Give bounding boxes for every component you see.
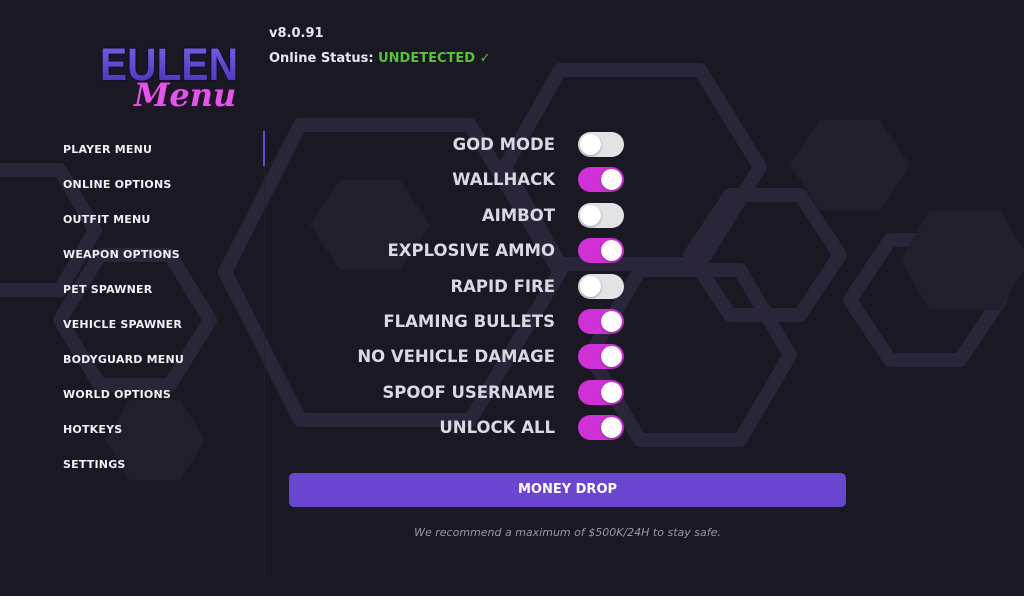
sidebar-item-hotkeys[interactable]: HOTKEYS [63, 422, 184, 457]
aimbot-toggle[interactable] [578, 202, 624, 228]
toggle-knob [580, 275, 601, 297]
option-flaming-bullets: FLAMING BULLETS [300, 307, 630, 342]
eulen-menu-logo: EULEN Menu [99, 38, 240, 112]
option-label: AIMBOT [481, 205, 555, 225]
option-label: GOD MODE [452, 135, 555, 154]
sidebar-item-world-options[interactable]: WORLD OPTIONS [63, 387, 184, 422]
status-value: UNDETECTED [378, 51, 476, 66]
sidebar-item-pet-spawner[interactable]: PET SPAWNER [63, 282, 184, 317]
option-no-vehicle-damage: NO VEHICLE DAMAGE [300, 342, 630, 377]
check-icon: ✓ [479, 51, 491, 66]
toggle-knob [601, 417, 622, 439]
option-label: NO VEHICLE DAMAGE [357, 347, 555, 367]
option-unlock-all: UNLOCK ALL [300, 413, 630, 448]
sidebar-item-bodyguard-menu[interactable]: BODYGUARD MENU [63, 352, 184, 387]
money-drop-note: We recommend a maximum of $500K/24H to s… [414, 526, 721, 539]
money-drop-button[interactable]: MONEY DROP [289, 473, 846, 507]
online-status: Online Status: UNDETECTED ✓ [269, 51, 490, 66]
active-item-indicator [263, 131, 265, 166]
option-wallhack: WALLHACK [300, 165, 630, 200]
god-mode-toggle[interactable] [578, 132, 624, 157]
option-label: RAPID FIRE [450, 276, 555, 296]
option-explosive-ammo: EXPLOSIVE AMMO [300, 236, 630, 271]
option-label: FLAMING BULLETS [383, 311, 555, 331]
options-list: GOD MODE WALLHACK AIMBOT EXPLOSIVE AMMO … [300, 130, 630, 449]
wallhack-toggle[interactable] [578, 167, 624, 193]
sidebar-item-player-menu[interactable]: PLAYER MENU [63, 142, 184, 177]
sidebar-nav: PLAYER MENU ONLINE OPTIONS OUTFIT MENU W… [63, 142, 184, 492]
option-label: WALLHACK [452, 170, 555, 190]
flaming-bullets-toggle[interactable] [578, 308, 624, 334]
spoof-username-toggle[interactable] [578, 379, 624, 405]
sidebar-item-settings[interactable]: SETTINGS [63, 457, 184, 492]
sidebar-item-vehicle-spawner[interactable]: VEHICLE SPAWNER [63, 317, 184, 352]
option-label: EXPLOSIVE AMMO [387, 241, 555, 261]
toggle-knob [580, 134, 601, 155]
sidebar-divider [264, 166, 265, 578]
version-label: v8.0.91 [269, 26, 324, 41]
unlock-all-toggle[interactable] [578, 415, 624, 441]
toggle-knob [601, 310, 622, 332]
option-god-mode: GOD MODE [300, 130, 630, 165]
toggle-knob [601, 240, 622, 262]
svg-text:Menu: Menu [133, 76, 236, 112]
option-rapid-fire: RAPID FIRE [300, 272, 630, 307]
option-aimbot: AIMBOT [300, 201, 630, 236]
toggle-knob [601, 381, 622, 403]
option-spoof-username: SPOOF USERNAME [300, 378, 630, 413]
status-label: Online Status: [269, 51, 374, 66]
no-vehicle-damage-toggle[interactable] [578, 344, 624, 370]
toggle-knob [601, 169, 622, 191]
toggle-knob [580, 204, 601, 226]
option-label: SPOOF USERNAME [382, 382, 555, 402]
option-label: UNLOCK ALL [439, 418, 555, 438]
explosive-ammo-toggle[interactable] [578, 238, 624, 264]
toggle-knob [601, 346, 622, 368]
rapid-fire-toggle[interactable] [578, 273, 624, 299]
sidebar-item-weapon-options[interactable]: WEAPON OPTIONS [63, 247, 184, 282]
sidebar-item-outfit-menu[interactable]: OUTFIT MENU [63, 212, 184, 247]
sidebar-item-online-options[interactable]: ONLINE OPTIONS [63, 177, 184, 212]
